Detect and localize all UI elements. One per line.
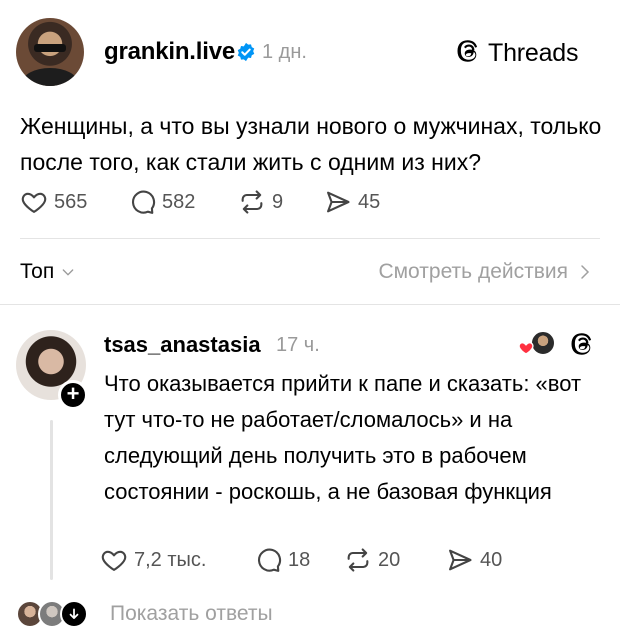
threads-brand[interactable]: Threads (454, 37, 579, 70)
post-timestamp: 1 дн. (262, 41, 307, 63)
post-actions: 565 582 9 45 (20, 188, 380, 216)
repost-icon (241, 190, 263, 214)
follow-plus-icon[interactable]: + (58, 380, 88, 410)
threads-logo-icon[interactable] (568, 330, 596, 363)
share-icon (327, 191, 350, 213)
reply-like-button[interactable]: 7,2 тыс. (100, 546, 254, 574)
comment-button[interactable]: 582 (128, 188, 238, 216)
reply-repost-button[interactable]: 20 (344, 546, 446, 574)
share-icon (449, 549, 472, 571)
chevron-down-icon (62, 269, 74, 276)
post-text: Женщины, а что вы узнали нового о мужчин… (20, 113, 602, 175)
show-replies-label: Показать ответы (110, 602, 273, 625)
reply-share-button[interactable]: 40 (446, 546, 502, 574)
reply-comment-button[interactable]: 18 (254, 546, 344, 574)
comment-icon (257, 548, 282, 572)
thread-line (50, 420, 53, 580)
chevron-right-icon (581, 265, 590, 279)
view-activity-link[interactable]: Смотреть действия (378, 260, 592, 284)
reply-comment-count: 18 (288, 548, 311, 571)
threads-brand-label: Threads (488, 38, 579, 67)
repost-icon (347, 548, 369, 572)
share-button[interactable]: 45 (324, 188, 380, 216)
arrow-down-icon (60, 600, 88, 628)
threads-logo-icon (454, 37, 482, 70)
replier-avatars (16, 600, 90, 628)
comment-count: 582 (162, 190, 196, 213)
sort-dropdown[interactable]: Топ (20, 260, 76, 284)
view-activity-label: Смотреть действия (378, 260, 568, 283)
author-avatar[interactable] (16, 18, 84, 86)
divider (0, 304, 620, 305)
reply-author-username[interactable]: tsas_anastasia (104, 332, 261, 358)
liked-by-author (518, 330, 556, 358)
comment-icon (131, 190, 156, 214)
heart-icon (101, 550, 127, 571)
repost-button[interactable]: 9 (238, 188, 324, 216)
repost-count: 9 (272, 190, 284, 213)
sort-label: Топ (20, 260, 55, 283)
reply-text: Что оказывается прийти к папе и сказать:… (104, 371, 582, 504)
reply-timestamp: 17 ч. (276, 334, 320, 356)
verified-icon (236, 42, 256, 62)
share-count: 45 (358, 190, 381, 213)
post-author-username[interactable]: grankin.live (104, 38, 235, 66)
heart-icon (518, 341, 534, 355)
like-button[interactable]: 565 (20, 188, 128, 216)
divider (20, 238, 600, 239)
show-replies-button[interactable]: Показать ответы (16, 600, 273, 628)
reply-actions: 7,2 тыс. 18 20 40 (100, 546, 502, 574)
heart-icon (21, 192, 47, 213)
reply-share-count: 40 (480, 548, 503, 571)
reply-repost-count: 20 (378, 548, 401, 571)
like-count: 565 (54, 190, 88, 213)
reply-like-count: 7,2 тыс. (134, 548, 207, 571)
